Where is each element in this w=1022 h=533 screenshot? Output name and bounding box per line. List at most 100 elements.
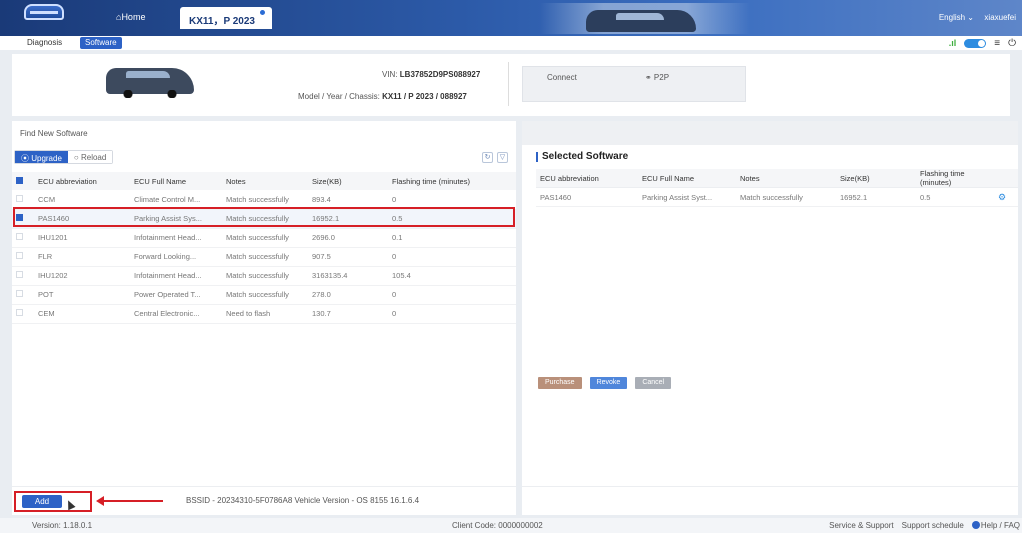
refresh-icon[interactable]: ↻ [482,152,493,163]
annotation-arrow-line [103,500,163,502]
support-schedule-link[interactable]: Support schedule [902,521,964,530]
table-row[interactable]: IHU1202 Infotainment Head... Match succe… [12,266,516,286]
find-software-table: ECU abbreviation ECU Full Name Notes Siz… [12,172,516,324]
notes: Match successfully [222,247,308,267]
panel-header-strip [522,121,1018,145]
panel-title: Find New Software [20,129,88,138]
row-checkbox[interactable] [12,266,34,286]
ecu-full-name: Forward Looking... [130,247,222,267]
column-header: Size(KB) [836,169,916,188]
ecu-full-name: Infotainment Head... [130,266,222,286]
table-row[interactable]: IHU1201 Infotainment Head... Match succe… [12,228,516,248]
row-checkbox[interactable] [12,247,34,267]
row-checkbox[interactable] [12,285,34,305]
column-header: Notes [222,172,308,190]
signal-icon: .ıl [948,38,957,48]
model-label: Model / Year / Chassis: [298,92,380,101]
sub-navigation: Diagnosis Software .ıl ≡ ⏻ [0,36,1022,50]
selected-software-panel: Selected Software ECU abbreviation ECU F… [522,121,1018,515]
table-row[interactable]: CEM Central Electronic... Need to flash … [12,304,516,324]
ecu-abbreviation: IHU1201 [34,228,130,248]
right-action-bar [522,486,1018,515]
table-row[interactable]: FLR Forward Looking... Match successfull… [12,247,516,267]
left-action-bar: Add BSSID - 20234310-5F0786A8 Vehicle Ve… [12,486,516,515]
help-label: Help / FAQ [980,521,1020,530]
flashing-time: 0.5 [916,187,994,207]
user-name[interactable]: xiaxuefei [984,13,1016,22]
table-row[interactable]: POT Power Operated T... Match successful… [12,285,516,305]
help-link[interactable]: Help / FAQ [971,521,1020,530]
notes: Need to flash [222,304,308,324]
vin-value: LB37852D9PS088927 [399,70,481,79]
checkbox-icon [16,290,23,297]
divider [508,62,509,106]
notification-dot-icon [259,9,266,16]
purchase-button[interactable]: Purchase [538,377,582,389]
table-row[interactable]: PAS1460 Parking Assist Syst... Match suc… [536,187,1018,207]
model-value: KX11 / P 2023 / 088927 [382,92,467,101]
row-checkbox[interactable] [12,304,34,324]
help-icon [971,521,980,529]
table-tools: ↻ ▽ [482,152,508,163]
flashing-time: 0 [388,247,516,267]
bssid-info: BSSID - 20234310-5F0786A8 Vehicle Versio… [186,496,420,505]
size-kb: 2696.0 [308,228,388,248]
filter-icon[interactable]: ▽ [497,152,508,163]
revoke-button[interactable]: Revoke [589,377,628,389]
tab-software[interactable]: Software [80,37,122,49]
mode-switch: ⦿ Upgrade ○ Reload [14,150,114,164]
tab-diagnosis[interactable]: Diagnosis [22,37,67,49]
size-kb: 130.7 [308,304,388,324]
size-kb: 907.5 [308,247,388,267]
selected-row-highlight [13,207,515,227]
reload-option[interactable]: ○ Reload [67,151,113,163]
column-header: ECU abbreviation [536,169,638,188]
upgrade-option[interactable]: ⦿ Upgrade [15,151,68,163]
column-header: ECU Full Name [130,172,222,190]
notes: Match successfully [222,228,308,248]
column-header: ECU Full Name [638,169,736,188]
ecu-abbreviation: FLR [34,247,130,267]
home-tab-label: Home [121,12,146,22]
checkbox-icon [16,271,23,278]
top-bar: ⌂Home KX11，P 2023 English ⌄ xiaxuefei [0,0,1022,36]
notes: Match successfully [222,266,308,286]
ecu-full-name: Infotainment Head... [130,228,222,248]
row-settings[interactable]: ⚙ [994,187,1018,207]
ecu-full-name: Central Electronic... [130,304,222,324]
select-all-checkbox[interactable] [12,172,34,190]
row-checkbox[interactable] [12,228,34,248]
client-code: Client Code: 0000000002 [452,521,543,530]
vehicle-image [106,68,194,98]
power-icon[interactable]: ⏻ [1008,38,1016,49]
notes: Match successfully [222,285,308,305]
vehicle-info-panel: VIN: LB37852D9PS088927 Model / Year / Ch… [12,54,1010,116]
ecu-abbreviation: CEM [34,304,130,324]
add-button[interactable]: Add [22,495,62,508]
size-kb: 16952.1 [836,187,916,207]
panel-title: Selected Software [536,152,628,162]
tab-home[interactable]: ⌂Home [116,12,145,22]
footer-links: Service & Support Support schedule Help … [829,521,1020,530]
banner-car-image [586,10,696,32]
flashing-time: 0.1 [388,228,516,248]
ecu-full-name: Power Operated T... [130,285,222,305]
size-kb: 3163135.4 [308,266,388,286]
checkbox-icon [16,309,23,316]
find-new-software-panel: Find New Software ⦿ Upgrade ○ Reload ↻ ▽… [12,121,516,515]
column-header: Size(KB) [308,172,388,190]
table-header-row: ECU abbreviation ECU Full Name Notes Siz… [536,169,1018,188]
vin-label: VIN: [382,70,398,79]
language-selector[interactable]: English ⌄ [939,13,974,22]
service-support-link[interactable]: Service & Support [829,521,893,530]
connection-toggle[interactable] [964,38,987,48]
column-header-blank [994,169,1018,188]
connect-box: Connect ⚭ P2P [522,66,746,102]
flashing-time: 0 [388,304,516,324]
gear-icon[interactable]: ⚙ [998,192,1006,202]
tab-project[interactable]: KX11，P 2023 [180,7,272,29]
menu-icon[interactable]: ≡ [994,38,1000,49]
cancel-button[interactable]: Cancel [635,377,672,389]
brand-logo-icon [24,4,64,20]
checkbox-icon [16,233,23,240]
